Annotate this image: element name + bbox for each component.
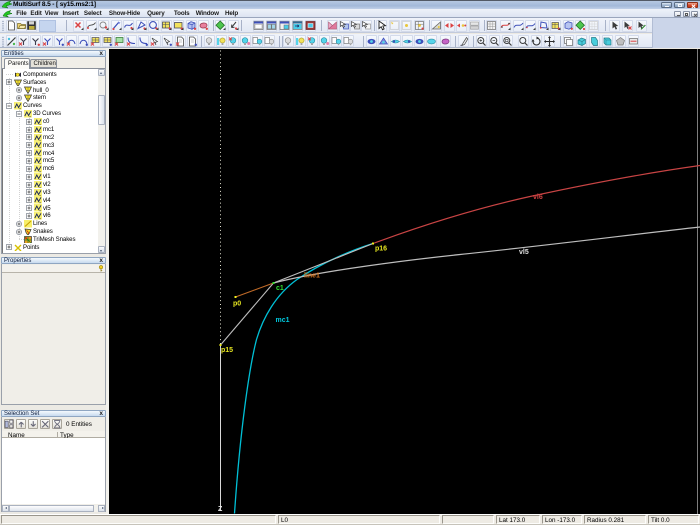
svg-text:c1: c1 xyxy=(276,285,284,292)
svg-text:Z: Z xyxy=(218,506,223,513)
svg-text:p15: p15 xyxy=(221,347,233,354)
svg-text:p16: p16 xyxy=(375,245,387,252)
svg-text:vl5: vl5 xyxy=(519,249,529,256)
svg-text:mc1: mc1 xyxy=(276,317,290,324)
svg-text:vl6: vl6 xyxy=(533,194,543,201)
svg-text:line1: line1 xyxy=(304,272,320,279)
svg-text:p0: p0 xyxy=(233,300,241,307)
